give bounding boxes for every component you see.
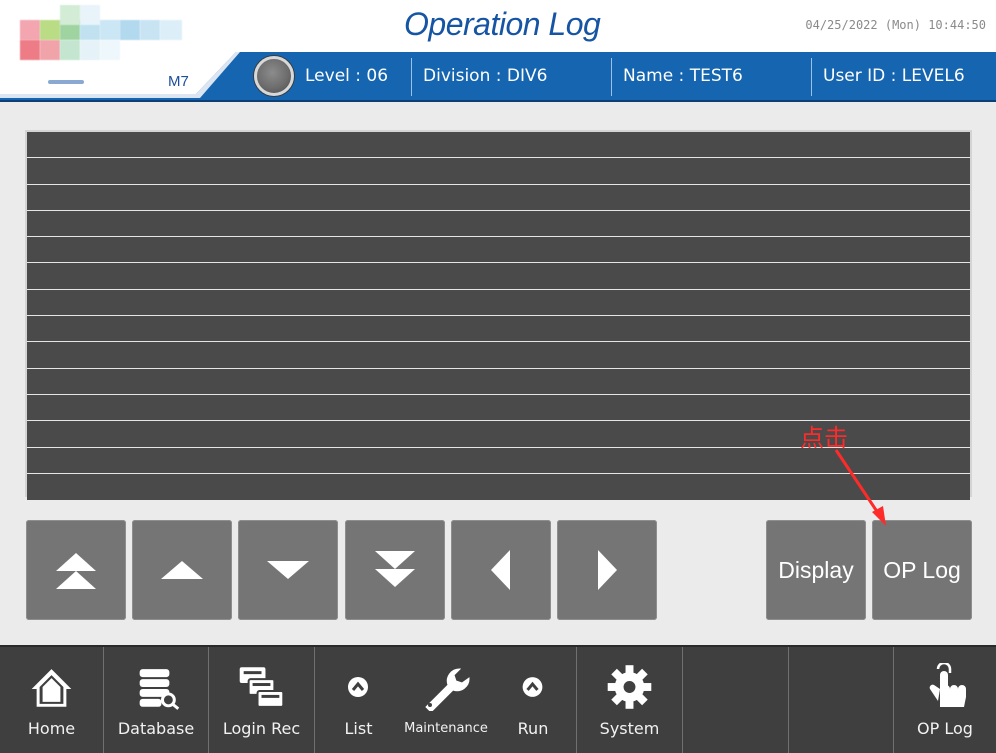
division-field: Division : DIV6 bbox=[423, 66, 548, 86]
page-up-button[interactable] bbox=[132, 520, 232, 620]
user-info-bar bbox=[0, 52, 996, 102]
user-id-field: User ID : LEVEL6 bbox=[823, 66, 965, 86]
double-down-icon bbox=[375, 551, 415, 587]
name-field: Name : TEST6 bbox=[623, 66, 743, 86]
home-icon bbox=[31, 669, 72, 707]
wrench-icon bbox=[425, 668, 470, 711]
chevron-up-circle-icon bbox=[522, 677, 543, 697]
right-icon bbox=[598, 550, 617, 590]
table-row[interactable] bbox=[27, 158, 970, 185]
nav-empty-slot bbox=[789, 647, 894, 753]
nav-label: Login Rec bbox=[222, 719, 301, 738]
left-icon bbox=[491, 550, 510, 590]
nav-list[interactable]: List bbox=[315, 647, 402, 753]
page-top-button[interactable] bbox=[26, 520, 126, 620]
annotation-label: 点击 bbox=[800, 424, 848, 452]
nav-label: Maintenance bbox=[404, 721, 488, 736]
divider bbox=[411, 58, 412, 96]
nav-home[interactable]: Home bbox=[0, 647, 104, 753]
table-row[interactable] bbox=[27, 316, 970, 343]
table-row[interactable] bbox=[27, 342, 970, 369]
display-button[interactable]: Display bbox=[766, 520, 866, 620]
nav-maintenance[interactable]: Maintenance bbox=[402, 647, 490, 753]
table-row[interactable] bbox=[27, 237, 970, 264]
touch-hand-icon bbox=[929, 663, 966, 707]
nav-label: Run bbox=[517, 719, 549, 738]
nav-empty-slot bbox=[683, 647, 789, 753]
double-up-icon bbox=[56, 553, 96, 589]
down-icon bbox=[267, 561, 309, 579]
nav-run[interactable]: Run bbox=[490, 647, 577, 753]
table-row[interactable] bbox=[27, 263, 970, 290]
nav-database[interactable]: Database bbox=[104, 647, 209, 753]
nav-label: List bbox=[344, 719, 373, 738]
login-record-icon bbox=[239, 667, 285, 708]
table-row[interactable] bbox=[27, 210, 970, 238]
nav-system[interactable]: System bbox=[577, 647, 683, 753]
up-icon bbox=[161, 561, 203, 579]
divider bbox=[611, 58, 612, 96]
status-lamp-icon bbox=[254, 56, 294, 96]
table-row[interactable] bbox=[27, 132, 970, 159]
op-log-button[interactable]: OP Log bbox=[872, 520, 972, 620]
table-row[interactable] bbox=[27, 289, 970, 317]
nav-label: Home bbox=[27, 719, 76, 738]
scroll-left-button[interactable] bbox=[451, 520, 551, 620]
page-bottom-button[interactable] bbox=[345, 520, 445, 620]
divider bbox=[811, 58, 812, 96]
gear-icon bbox=[607, 665, 652, 709]
nav-label: OP Log bbox=[917, 719, 973, 738]
page-down-button[interactable] bbox=[238, 520, 338, 620]
bottom-navigation: Home Database Login Rec List Maintenance… bbox=[0, 645, 996, 753]
scroll-right-button[interactable] bbox=[557, 520, 657, 620]
nav-op-log[interactable]: OP Log bbox=[894, 647, 996, 753]
table-row[interactable] bbox=[27, 368, 970, 395]
level-field: Level : 06 bbox=[305, 66, 389, 86]
nav-label: Database bbox=[117, 719, 195, 738]
table-row[interactable] bbox=[27, 473, 970, 501]
nav-login-rec[interactable]: Login Rec bbox=[209, 647, 315, 753]
database-icon bbox=[139, 669, 180, 710]
nav-label: System bbox=[599, 719, 660, 738]
table-row[interactable] bbox=[27, 184, 970, 211]
chevron-up-circle-icon bbox=[348, 677, 368, 697]
